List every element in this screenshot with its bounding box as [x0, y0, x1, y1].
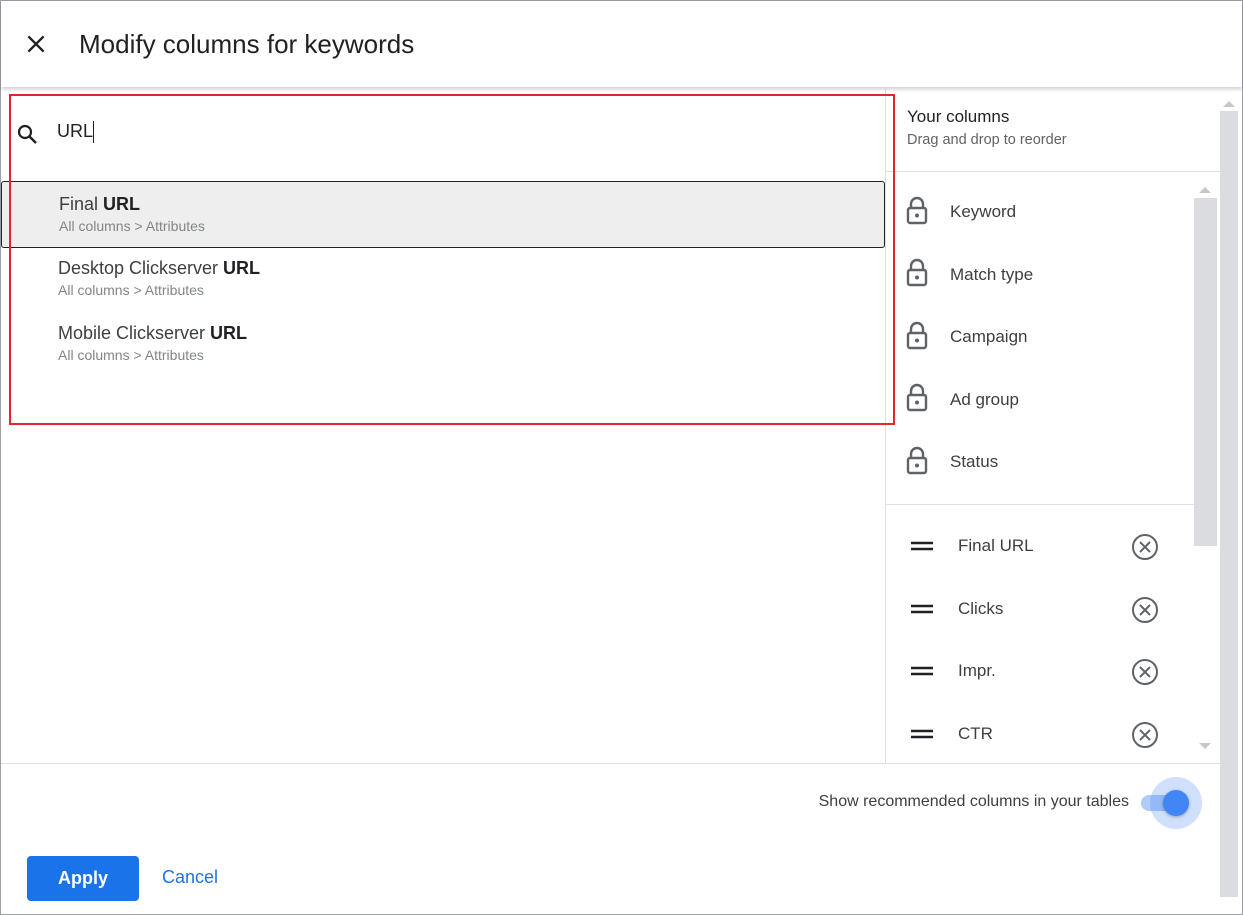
column-label: Match type — [950, 264, 1034, 284]
drag-handle-icon[interactable] — [910, 666, 934, 676]
lock-icon — [906, 320, 928, 355]
locked-column-item: Campaign — [886, 307, 1194, 367]
result-title: Desktop Clickserver URL — [58, 258, 261, 278]
column-label: Ad group — [950, 389, 1019, 409]
dialog-scroll-up-arrow[interactable] — [1223, 95, 1235, 107]
your-columns-subtitle: Drag and drop to reorder — [907, 132, 1067, 148]
search-result[interactable]: Mobile Clickserver URL All columns > Attr… — [1, 311, 885, 378]
column-item[interactable]: Clicks — [886, 579, 1194, 639]
result-path: All columns > Attributes — [59, 218, 205, 234]
search-result[interactable]: Final URL All columns > Attributes — [1, 181, 885, 248]
column-label: CTR — [958, 723, 993, 743]
locked-column-item: Status — [886, 432, 1194, 492]
locked-column-item: Match type — [886, 245, 1194, 305]
search-result[interactable]: Desktop Clickserver URL All columns > Att… — [1, 246, 885, 313]
column-item[interactable]: Impr. — [886, 641, 1194, 701]
lock-icon — [906, 382, 928, 417]
lock-icon — [906, 445, 928, 480]
column-label: Campaign — [950, 327, 1028, 346]
search-input[interactable]: URL — [57, 121, 857, 144]
column-item[interactable]: CTR — [886, 704, 1194, 764]
remove-column-icon[interactable] — [1131, 721, 1159, 749]
lock-icon — [906, 257, 928, 292]
scroll-up-arrow[interactable] — [1199, 181, 1211, 193]
search-value: URL — [57, 121, 94, 141]
lock-icon — [906, 195, 928, 230]
toggle-label: Show recommended columns in your tables — [818, 793, 1129, 810]
locked-column-item: Ad group — [886, 370, 1194, 430]
result-title: Mobile Clickserver URL — [58, 323, 248, 343]
your-columns-title: Your columns — [907, 107, 1010, 126]
columns-scrollbar-thumb[interactable] — [1194, 198, 1217, 546]
column-label: Clicks — [958, 598, 1004, 618]
close-icon[interactable] — [23, 31, 49, 57]
drag-handle-icon[interactable] — [910, 541, 934, 551]
drag-handle-icon[interactable] — [910, 729, 934, 739]
divider — [886, 171, 1220, 172]
column-label: Keyword — [950, 202, 1017, 221]
footer-divider — [1, 763, 1220, 764]
recommended-columns-toggle[interactable] — [1141, 777, 1202, 829]
search-icon — [17, 124, 37, 144]
result-path: All columns > Attributes — [58, 282, 204, 298]
scroll-down-arrow[interactable] — [1199, 743, 1211, 755]
text-cursor — [93, 121, 95, 144]
remove-column-icon[interactable] — [1131, 658, 1159, 686]
remove-column-icon[interactable] — [1131, 596, 1159, 624]
remove-column-icon[interactable] — [1131, 533, 1159, 561]
dialog-title: Modify columns for keywords — [79, 29, 415, 59]
drag-handle-icon[interactable] — [910, 604, 934, 614]
apply-button[interactable]: Apply — [27, 856, 139, 901]
column-label: Impr. — [958, 661, 996, 680]
cancel-button[interactable]: Cancel — [162, 867, 218, 888]
dialog-scrollbar-thumb[interactable] — [1220, 111, 1238, 897]
locked-column-item: Keyword — [886, 182, 1194, 242]
dialog-header: Modify columns for keywords — [1, 1, 1242, 87]
divider — [886, 504, 1194, 505]
column-label: Status — [950, 452, 999, 471]
column-label: Final URL — [958, 536, 1034, 555]
result-path: All columns > Attributes — [58, 347, 204, 363]
result-title: Final URL — [59, 194, 141, 214]
column-item[interactable]: Final URL — [886, 516, 1194, 576]
